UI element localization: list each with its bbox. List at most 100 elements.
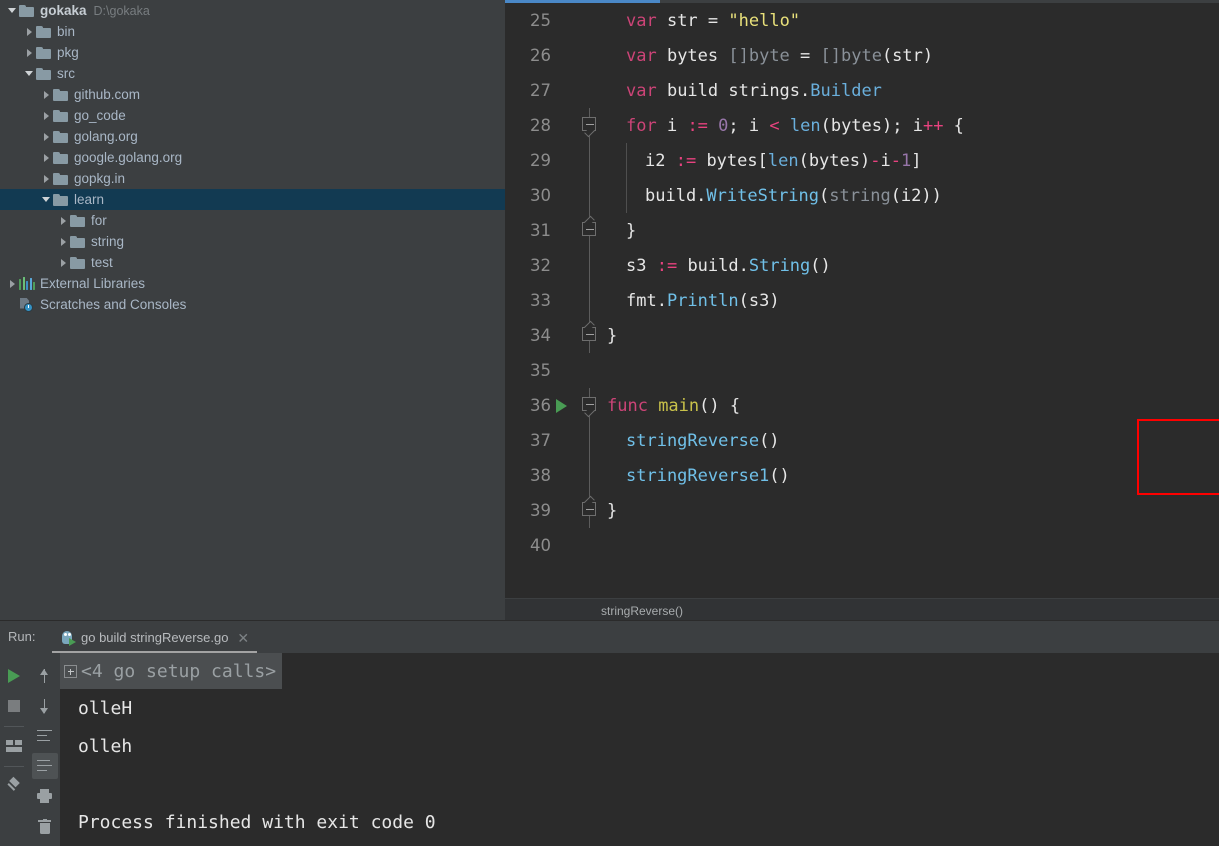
code-line[interactable]: 27 var build strings. Builder — [505, 73, 1219, 108]
tree-item-github-com[interactable]: github.com — [0, 84, 505, 105]
run-gutter-icon[interactable] — [556, 399, 567, 413]
code-text: stringReverse() — [607, 423, 780, 458]
chevron-right-icon[interactable] — [57, 214, 70, 227]
chevron-right-icon[interactable] — [40, 109, 53, 122]
chevron-right-icon[interactable] — [23, 25, 36, 38]
pin-tab-button[interactable] — [1, 773, 27, 799]
chevron-right-icon[interactable] — [40, 172, 53, 185]
gutter[interactable] — [551, 458, 607, 493]
code-line[interactable]: 31} — [505, 213, 1219, 248]
tree-item-bin[interactable]: bin — [0, 21, 505, 42]
gutter[interactable] — [551, 248, 607, 283]
tree-item-string[interactable]: string — [0, 231, 505, 252]
fold-guide-line — [588, 423, 590, 458]
console-output-line: Process finished with exit code 0 — [78, 811, 436, 833]
run-configuration-tab[interactable]: go build stringReverse.go ✕ — [52, 624, 258, 653]
down-button[interactable] — [32, 693, 58, 719]
gutter[interactable] — [551, 108, 607, 143]
console-output[interactable]: <4 go setup calls> olleH olleh Process fin… — [60, 653, 1219, 846]
print-button[interactable] — [32, 783, 58, 809]
tree-item-learn[interactable]: learn — [0, 189, 505, 210]
fold-collapse-icon[interactable] — [582, 397, 596, 418]
breadcrumb-bar[interactable]: stringReverse() — [505, 598, 1219, 622]
gutter[interactable] — [551, 213, 607, 248]
chevron-right-icon[interactable] — [40, 130, 53, 143]
code-line[interactable]: 25 var str = "hello" — [505, 3, 1219, 38]
tree-item-google-golang-org[interactable]: google.golang.org — [0, 147, 505, 168]
expand-icon[interactable] — [64, 664, 77, 678]
close-icon[interactable]: ✕ — [237, 631, 249, 645]
code-token: i — [880, 150, 891, 171]
stop-button[interactable] — [1, 693, 27, 719]
code-line[interactable]: 33 fmt. Println (s3) — [505, 283, 1219, 318]
chevron-right-icon[interactable] — [40, 151, 53, 164]
tree-item-external-libraries[interactable]: External Libraries — [0, 273, 505, 294]
gutter[interactable] — [551, 423, 607, 458]
up-button[interactable] — [32, 663, 58, 689]
gutter[interactable] — [551, 73, 607, 108]
run-tab-bar: Run: go build stringReverse.go ✕ — [0, 621, 1219, 653]
gutter[interactable] — [551, 388, 607, 423]
tree-item-root[interactable]: gokaka D:\gokaka — [0, 0, 505, 21]
chevron-right-icon[interactable] — [6, 277, 19, 290]
gutter[interactable] — [551, 143, 607, 178]
code-line[interactable]: 34} — [505, 318, 1219, 353]
tree-item-pkg[interactable]: pkg — [0, 42, 505, 63]
tree-item-golang-org[interactable]: golang.org — [0, 126, 505, 147]
gutter[interactable] — [551, 38, 607, 73]
gutter[interactable] — [551, 493, 607, 528]
gutter[interactable] — [551, 3, 607, 38]
soft-wrap-button[interactable] — [32, 723, 58, 749]
code-token: str — [666, 10, 708, 31]
line-number: 36 — [530, 396, 551, 415]
tree-item-src[interactable]: src — [0, 63, 505, 84]
chevron-down-icon[interactable] — [23, 67, 36, 80]
tree-item-test[interactable]: test — [0, 252, 505, 273]
fold-end-icon[interactable] — [582, 495, 596, 516]
gutter[interactable] — [551, 353, 607, 388]
tree-item-go-code[interactable]: go_code — [0, 105, 505, 126]
console-collapsed-fold[interactable]: <4 go setup calls> — [60, 653, 283, 689]
fold-end-icon[interactable] — [582, 215, 596, 236]
code-line[interactable]: 38 stringReverse1() — [505, 458, 1219, 493]
fold-collapse-icon[interactable] — [582, 117, 596, 138]
code-line[interactable]: 37 stringReverse() — [505, 423, 1219, 458]
code-token: i2 — [645, 150, 676, 171]
chevron-right-icon[interactable] — [57, 256, 70, 269]
scroll-to-end-button[interactable] — [31, 753, 58, 779]
chevron-right-icon[interactable] — [23, 46, 36, 59]
scroll-end-icon — [37, 759, 52, 773]
code-editor[interactable]: 25 var str = "hello" 26 var bytes []byte = … — [505, 0, 1219, 598]
gutter[interactable] — [551, 283, 607, 318]
code-token: Builder — [810, 80, 882, 101]
code-line[interactable]: 40 — [505, 528, 1219, 563]
chevron-right-icon[interactable] — [57, 235, 70, 248]
code-line[interactable]: 39} — [505, 493, 1219, 528]
breadcrumb-item-function[interactable]: stringReverse() — [601, 604, 683, 618]
code-line[interactable]: 32 s3 := build. String() — [505, 248, 1219, 283]
code-token: strings. — [728, 80, 811, 101]
gutter[interactable] — [551, 318, 607, 353]
gutter[interactable] — [551, 528, 607, 563]
chevron-down-icon[interactable] — [40, 193, 53, 206]
code-line[interactable]: 30 build. WriteString(string (i2)) — [505, 178, 1219, 213]
clear-all-button[interactable] — [32, 813, 58, 839]
layout-button[interactable] — [1, 733, 27, 759]
tree-item-for[interactable]: for — [0, 210, 505, 231]
code-line[interactable]: 26 var bytes []byte = []byte (str) — [505, 38, 1219, 73]
gutter[interactable] — [551, 178, 607, 213]
code-token: WriteString — [706, 185, 820, 206]
code-lines[interactable]: 25 var str = "hello" 26 var bytes []byte = … — [505, 3, 1219, 598]
tree-item-label: golang.org — [74, 129, 138, 144]
code-line[interactable]: 35 — [505, 353, 1219, 388]
tree-item-gopkg-in[interactable]: gopkg.in — [0, 168, 505, 189]
code-line[interactable]: 29 i2 := bytes[len (bytes) - i -1] — [505, 143, 1219, 178]
code-line[interactable]: 28 for i := 0; i < len (bytes); i ++ { — [505, 108, 1219, 143]
chevron-down-icon[interactable] — [6, 4, 19, 17]
tree-item-scratches-and-consoles[interactable]: Scratches and Consoles — [0, 294, 505, 315]
rerun-button[interactable] — [1, 663, 27, 689]
fold-end-icon[interactable] — [582, 320, 596, 341]
code-line[interactable]: 36 func main() { — [505, 388, 1219, 423]
chevron-right-icon[interactable] — [40, 88, 53, 101]
